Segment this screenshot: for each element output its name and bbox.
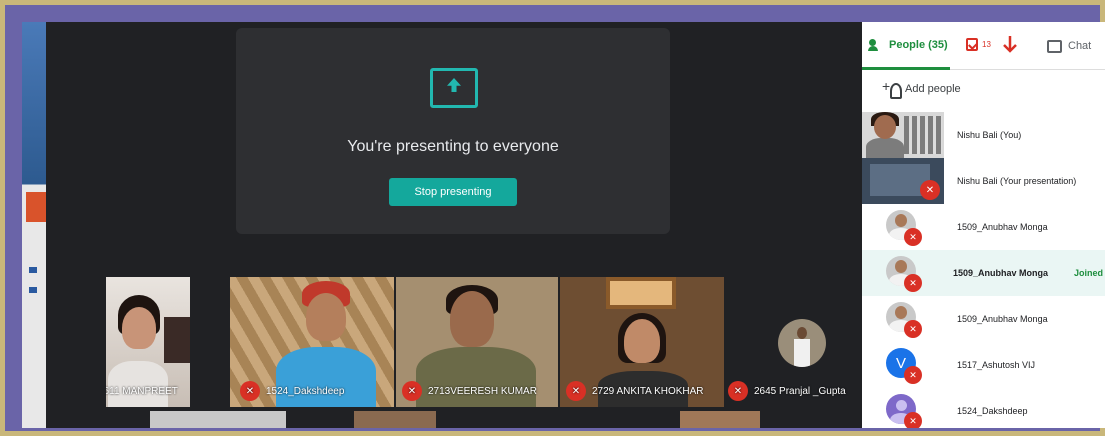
mic-off-icon: ✕ bbox=[904, 274, 922, 292]
video-tile[interactable]: ✕ 2713VEERESH KUMAR bbox=[396, 277, 558, 407]
participant-tiles: ✕ 2611 MANPREET ✕ 1524_Dakshdeep ✕ 2713V… bbox=[46, 277, 862, 407]
mic-off-icon: ✕ bbox=[728, 381, 748, 401]
participant-name: 1509_Anubhav Monga bbox=[957, 222, 1048, 232]
tile-name: 2713VEERESH KUMAR bbox=[428, 385, 537, 397]
list-item[interactable]: ✕ 1509_Anubhav Monga bbox=[862, 296, 1105, 342]
tile-name: 1524_Dakshdeep bbox=[266, 385, 345, 397]
avatar: V ✕ bbox=[886, 348, 922, 384]
mic-off-icon: ✕ bbox=[566, 381, 586, 401]
tile-label: ✕ 1524_Dakshdeep bbox=[240, 381, 344, 401]
main-stage: You're presenting to everyone Stop prese… bbox=[46, 22, 862, 277]
task-check-icon bbox=[966, 38, 978, 51]
video-tile[interactable]: ✕ 2645 Pranjal _Gupta bbox=[726, 277, 862, 407]
tile-label: ✕ 2645 Pranjal _Gupta bbox=[728, 381, 846, 401]
add-people-button[interactable]: Add people bbox=[882, 78, 961, 99]
add-people-label: Add people bbox=[905, 83, 961, 95]
tab-people-label: People (35) bbox=[889, 38, 948, 51]
mic-off-icon: ✕ bbox=[402, 381, 422, 401]
video-tile[interactable]: ✕ 2729 ANKITA KHOKHAR bbox=[560, 277, 724, 407]
avatar: ✕ bbox=[886, 210, 922, 246]
tile-name: 2645 Pranjal _Gupta bbox=[754, 385, 846, 397]
video-tile[interactable]: ✕ 2611 MANPREET bbox=[106, 277, 190, 407]
mic-off-icon: ✕ bbox=[904, 320, 922, 338]
mic-off-icon: ✕ bbox=[904, 366, 922, 384]
tab-chat-label: Chat bbox=[1068, 40, 1092, 52]
panel-tabs: People (35) 13 Chat bbox=[862, 22, 1105, 70]
arrow-down-icon bbox=[1003, 36, 1017, 53]
participant-avatar bbox=[778, 319, 826, 367]
avatar: ✕ bbox=[886, 302, 922, 338]
tile-name: 2729 ANKITA KHOKHAR bbox=[592, 385, 704, 397]
desktop-taskbar-strip bbox=[22, 22, 46, 428]
participant-name: Nishu Bali (Your presentation) bbox=[957, 176, 1077, 186]
meet-screen: You're presenting to everyone Stop prese… bbox=[22, 22, 1105, 428]
participant-name: 1509_Anubhav Monga bbox=[957, 314, 1048, 324]
joined-status: Joined bbox=[1074, 268, 1104, 278]
participant-name: 1524_Dakshdeep bbox=[957, 406, 1028, 416]
tab-tasks-annotation[interactable]: 13 bbox=[966, 38, 991, 51]
present-screen-icon bbox=[430, 68, 478, 108]
people-icon bbox=[868, 38, 884, 51]
mic-off-icon: ✕ bbox=[920, 180, 940, 200]
tile-label: ✕ 2713VEERESH KUMAR bbox=[402, 381, 537, 401]
list-item[interactable]: ✕ 1524_Dakshdeep bbox=[862, 388, 1105, 428]
list-item[interactable]: V ✕ 1517_Ashutosh VIJ bbox=[862, 342, 1105, 388]
list-item[interactable]: Nishu Bali (You) bbox=[862, 112, 1105, 158]
tab-chat[interactable]: Chat bbox=[1047, 22, 1091, 70]
mic-off-icon: ✕ bbox=[240, 381, 260, 401]
list-item[interactable]: ✕ 1509_Anubhav Monga bbox=[862, 204, 1105, 250]
stop-presenting-button[interactable]: Stop presenting bbox=[389, 178, 517, 206]
participant-name: 1509_Anubhav Monga bbox=[953, 268, 1049, 278]
self-video-thumbnail bbox=[862, 112, 944, 158]
tile-label: ✕ 2729 ANKITA KHOKHAR bbox=[566, 381, 704, 401]
second-row-tiles bbox=[46, 407, 862, 428]
tile-label: ✕ 2611 MANPREET bbox=[106, 381, 178, 401]
pen-tool-icon bbox=[29, 287, 37, 293]
list-item[interactable]: ✕ Nishu Bali (Your presentation) bbox=[862, 158, 1105, 204]
video-tile[interactable] bbox=[354, 411, 436, 428]
tile-name: 2611 MANPREET bbox=[106, 385, 178, 397]
participant-name: Nishu Bali (You) bbox=[957, 130, 1022, 140]
video-tile[interactable] bbox=[150, 411, 286, 428]
list-item[interactable]: ✕ 1509_Anubhav Monga Joined bbox=[862, 250, 1105, 296]
avatar: ✕ bbox=[886, 256, 922, 292]
tasks-count: 13 bbox=[982, 40, 991, 49]
video-tile[interactable]: ✕ 1524_Dakshdeep bbox=[230, 277, 394, 407]
participant-list: Nishu Bali (You) ✕ Nishu Bali (Your pres… bbox=[862, 112, 1105, 428]
pointer-tool-icon bbox=[29, 267, 37, 273]
powerpoint-icon bbox=[26, 192, 46, 222]
presenting-message: You're presenting to everyone bbox=[347, 138, 559, 155]
presentation-thumbnail: ✕ bbox=[862, 158, 944, 204]
video-tile[interactable] bbox=[680, 411, 760, 428]
presenting-card: You're presenting to everyone Stop prese… bbox=[236, 28, 670, 234]
mic-off-icon: ✕ bbox=[904, 412, 922, 428]
participant-name: 1517_Ashutosh VIJ bbox=[957, 360, 1036, 370]
chat-icon bbox=[1047, 39, 1062, 53]
mic-off-icon: ✕ bbox=[904, 228, 922, 246]
tab-people[interactable]: People (35) bbox=[862, 22, 950, 70]
avatar: ✕ bbox=[886, 394, 922, 428]
add-person-icon bbox=[882, 78, 902, 99]
people-panel: People (35) 13 Chat Add people bbox=[862, 22, 1105, 428]
